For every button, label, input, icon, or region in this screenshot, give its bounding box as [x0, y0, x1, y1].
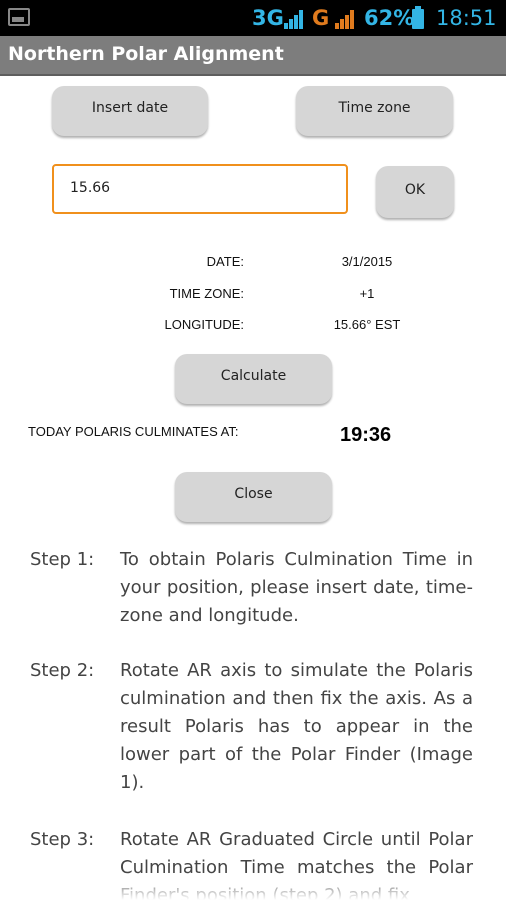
signal-strength-icon [284, 9, 304, 29]
status-bar: 3G G 62% 18:51 [0, 0, 506, 36]
culmination-time: 19:36 [340, 424, 392, 446]
battery-icon [412, 6, 424, 29]
timezone-value: +1 [359, 286, 375, 301]
battery-percent: 62% [364, 6, 415, 30]
scroll-fade [0, 872, 506, 900]
step-text: Rotate AR axis to simulate the Polaris c… [120, 660, 473, 793]
app-title: Northern Polar Alignment [8, 43, 284, 65]
longitude-input[interactable]: 15.66 [52, 164, 348, 214]
step-label: Step 3: [30, 829, 95, 850]
status-clock: 18:51 [436, 6, 497, 30]
culmination-label: TODAY POLARIS CULMINATES AT: [28, 424, 239, 439]
image-notification-icon [8, 8, 30, 26]
step-2: Step 2: Rotate AR axis to simulate the P… [30, 657, 476, 801]
date-label: DATE: [206, 254, 244, 269]
close-button[interactable]: Close [175, 472, 332, 522]
time-zone-button[interactable]: Time zone [296, 86, 453, 136]
network-type-secondary: G [312, 6, 330, 30]
longitude-value: 15.66° EST [333, 317, 401, 332]
step-label: Step 1: [30, 549, 95, 570]
calculate-button[interactable]: Calculate [175, 354, 332, 404]
step-1: Step 1: To obtain Polaris Culmination Ti… [30, 546, 476, 636]
date-value: 3/1/2015 [341, 254, 393, 269]
signal-strength-secondary-icon [335, 9, 355, 29]
ok-button[interactable]: OK [376, 166, 454, 218]
step-text: To obtain Polaris Culmination Time in yo… [120, 549, 473, 626]
timezone-label: TIME ZONE: [169, 286, 244, 301]
longitude-label: LONGITUDE: [164, 317, 244, 332]
insert-date-button[interactable]: Insert date [52, 86, 208, 136]
app-title-bar: Northern Polar Alignment [0, 36, 506, 76]
step-label: Step 2: [30, 660, 95, 681]
network-type-primary: 3G [252, 6, 284, 30]
